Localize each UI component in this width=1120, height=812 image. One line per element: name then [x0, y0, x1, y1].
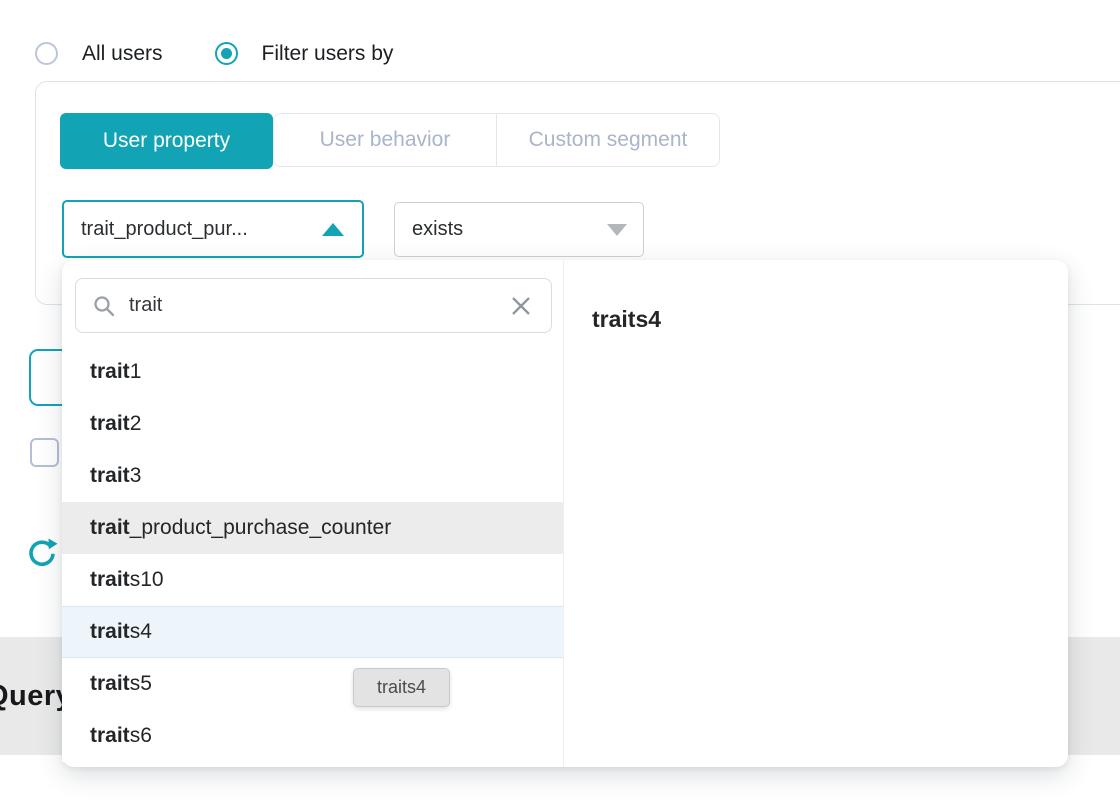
refresh-icon [29, 538, 58, 566]
all-users-label[interactable]: All users [82, 42, 163, 65]
option-traits5[interactable]: trait s5 [62, 658, 563, 710]
audience-radio-group: All users Filter users by [35, 42, 393, 65]
property-dropdown-popover: trait trait 1 trait 2 trait 3 trait _product… [62, 260, 1068, 767]
option-rest-text: 1 [129, 360, 142, 383]
filter-users-label[interactable]: Filter users by [262, 42, 394, 65]
option-match-text: trait [90, 464, 130, 487]
property-search-box[interactable]: trait [75, 278, 552, 333]
option-trait3[interactable]: trait 3 [62, 450, 563, 502]
screen: All users Filter users by User property … [0, 0, 1120, 812]
option-match-text: trait [90, 412, 130, 435]
chevron-down-icon [607, 223, 627, 236]
option-rest-text: 2 [129, 412, 142, 435]
option-match-text: trait [90, 620, 130, 643]
tab-group: User behavior Custom segment [273, 113, 720, 167]
option-rest-text: s6 [129, 724, 152, 747]
operator-select[interactable]: exists [394, 202, 644, 257]
search-icon [94, 295, 115, 316]
option-traits4[interactable]: trait s4 [62, 606, 563, 658]
option-match-text: trait [90, 516, 130, 539]
tab-user-property[interactable]: User property [60, 113, 273, 169]
checkbox[interactable] [30, 438, 59, 467]
option-trait2[interactable]: trait 2 [62, 398, 563, 450]
option-traits10[interactable]: trait s10 [62, 554, 563, 606]
tab-user-behavior[interactable]: User behavior [274, 114, 496, 166]
property-option-list-pane: trait trait 1 trait 2 trait 3 trait _product… [62, 260, 564, 767]
option-trait1[interactable]: trait 1 [62, 346, 563, 398]
property-detail-pane: traits4 [564, 260, 1068, 767]
option-trait-product-purchase-counter[interactable]: trait _product_purchase_counter [62, 502, 563, 554]
clear-search-icon[interactable] [509, 294, 533, 318]
option-match-text: trait [90, 568, 130, 591]
tab-user-property-label: User property [102, 129, 231, 152]
option-tooltip-text: traits4 [376, 677, 427, 697]
option-rest-text: s4 [129, 620, 152, 643]
search-input-value[interactable]: trait [129, 294, 509, 317]
option-rest-text: 3 [129, 464, 142, 487]
tab-custom-segment[interactable]: Custom segment [496, 114, 719, 166]
option-rest-text: s5 [129, 672, 152, 695]
option-match-text: trait [90, 672, 130, 695]
property-select[interactable]: trait_product_pur... [62, 200, 364, 258]
operator-select-value: exists [412, 218, 464, 240]
option-rest-text: s10 [129, 568, 164, 591]
tab-user-behavior-label: User behavior [319, 128, 451, 151]
filter-users-radio[interactable] [214, 42, 238, 65]
tab-custom-segment-label: Custom segment [528, 128, 688, 151]
refresh-button[interactable] [26, 537, 58, 569]
option-traits6[interactable]: trait s6 [62, 710, 563, 762]
all-users-radio[interactable] [35, 42, 58, 65]
option-match-text: trait [90, 724, 130, 747]
chevron-up-icon [322, 222, 344, 236]
option-rest-text: _product_purchase_counter [129, 516, 392, 539]
option-tooltip: traits4 [353, 668, 450, 707]
property-option-list: trait 1 trait 2 trait 3 trait _product_purch… [62, 346, 563, 762]
property-detail-title: traits4 [592, 306, 662, 332]
radio-dot-icon [220, 48, 232, 59]
property-select-value: trait_product_pur... [81, 217, 248, 240]
option-match-text: trait [90, 360, 130, 383]
